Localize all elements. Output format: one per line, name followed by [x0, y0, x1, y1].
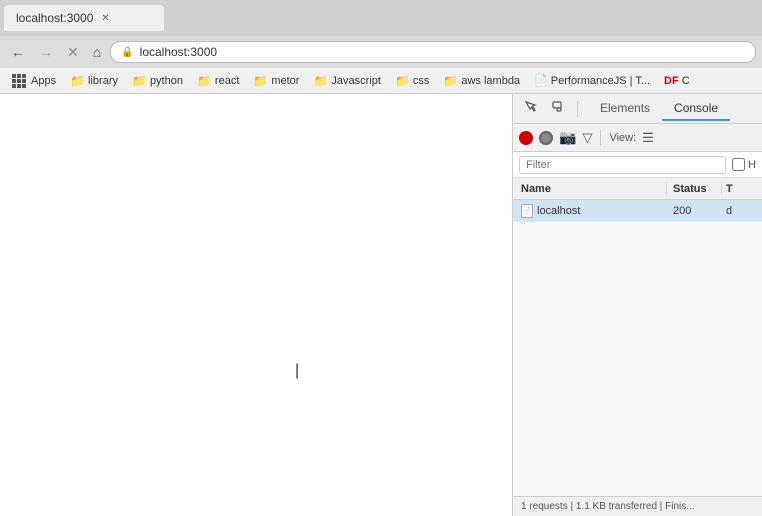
row-name: localhost	[537, 205, 580, 217]
bookmark-apps-label: Apps	[31, 75, 56, 87]
devtools-tabs: Elements Console	[588, 97, 730, 121]
network-toolbar: 📷 ▽ View: ☰	[513, 124, 762, 152]
view-mode-icon[interactable]: ☰	[642, 130, 654, 146]
cell-name: 📄 localhost	[513, 204, 667, 218]
tab-close-button[interactable]: ✕	[101, 13, 109, 24]
home-button[interactable]: ⌂	[88, 43, 106, 61]
close-button[interactable]: ✕	[62, 43, 84, 61]
filter-bar: H	[513, 152, 762, 178]
devtools-status-bar: 1 requests | 1.1 KB transferred | Finis.…	[513, 496, 762, 516]
back-button[interactable]: ←	[6, 43, 30, 61]
bookmark-javascript-label: Javascript	[331, 75, 381, 87]
folder-icon-3: 📁	[197, 74, 212, 88]
file-icon: 📄	[521, 204, 533, 218]
bookmark-aws-lambda[interactable]: 📁 aws lambda	[437, 72, 526, 90]
network-table-header: Name Status T	[513, 178, 762, 200]
bookmark-other[interactable]: DF C	[658, 73, 696, 89]
folder-icon-4: 📁	[253, 74, 268, 88]
table-row[interactable]: 📄 localhost 200 d	[513, 200, 762, 222]
filter-input[interactable]	[519, 156, 726, 174]
tab-bar: localhost:3000 ✕	[0, 0, 762, 36]
bookmark-react-label: react	[215, 75, 239, 87]
toolbar-separator	[577, 101, 578, 117]
bookmark-css[interactable]: 📁 css	[389, 72, 435, 90]
folder-icon-2: 📁	[132, 74, 147, 88]
col-header-type[interactable]: T	[722, 183, 762, 195]
tab-title: localhost:3000	[16, 11, 93, 25]
bookmark-apps[interactable]: Apps	[6, 72, 62, 90]
apps-grid-icon	[12, 74, 26, 88]
camera-icon[interactable]: 📷	[559, 129, 576, 146]
bookmark-javascript[interactable]: 📁 Javascript	[307, 72, 386, 90]
devtools-panel: Elements Console 📷 ▽ View: ☰ H Name Stat…	[512, 94, 762, 516]
address-bar[interactable]: 🔒 localhost:3000	[110, 41, 756, 63]
active-tab[interactable]: localhost:3000 ✕	[4, 5, 164, 31]
hide-text: H	[748, 159, 756, 171]
bookmark-metor[interactable]: 📁 metor	[247, 72, 305, 90]
main-area: | Elements Console	[0, 94, 762, 516]
bookmark-performancejs[interactable]: 📄 PerformanceJS | T...	[528, 72, 656, 89]
view-label: View:	[609, 132, 636, 144]
navigation-bar: ← → ✕ ⌂ 🔒 localhost:3000	[0, 36, 762, 68]
cell-status: 200	[667, 205, 722, 217]
bookmark-python[interactable]: 📁 python	[126, 72, 189, 90]
bookmark-other-label: C	[682, 75, 690, 87]
bookmark-react[interactable]: 📁 react	[191, 72, 245, 90]
devtools-inspect-button[interactable]	[519, 97, 543, 120]
bookmark-performancejs-label: PerformanceJS | T...	[551, 75, 650, 87]
folder-icon-5: 📁	[313, 74, 328, 88]
tab-console[interactable]: Console	[662, 97, 730, 121]
hide-checkbox[interactable]	[732, 158, 745, 171]
hide-label[interactable]: H	[732, 158, 756, 171]
tab-elements[interactable]: Elements	[588, 97, 662, 121]
filter-icon[interactable]: ▽	[582, 130, 592, 146]
bookmark-css-label: css	[413, 75, 430, 87]
col-header-name[interactable]: Name	[513, 183, 667, 195]
cell-type: d	[722, 205, 762, 217]
bookmark-python-label: python	[150, 75, 183, 87]
toolbar-sep-2	[600, 130, 601, 146]
record-button[interactable]	[519, 131, 533, 145]
col-header-status[interactable]: Status	[667, 183, 722, 195]
page-icon: 📄	[534, 74, 548, 87]
bookmark-metor-label: metor	[271, 75, 299, 87]
folder-icon: 📁	[70, 74, 85, 88]
lock-icon: 🔒	[121, 47, 133, 58]
text-cursor: |	[295, 362, 299, 380]
page-content: |	[0, 94, 512, 516]
folder-icon-7: 📁	[443, 74, 458, 88]
devtools-toolbar: Elements Console	[513, 94, 762, 124]
bookmark-library[interactable]: 📁 library	[64, 72, 124, 90]
bookmark-library-label: library	[88, 75, 118, 87]
bookmarks-bar: Apps 📁 library 📁 python 📁 react 📁 metor …	[0, 68, 762, 94]
address-text: localhost:3000	[140, 45, 217, 59]
devtools-responsive-button[interactable]	[547, 97, 571, 120]
bookmark-aws-label: aws lambda	[461, 75, 520, 87]
stop-button[interactable]	[539, 131, 553, 145]
forward-button[interactable]: →	[34, 43, 58, 61]
folder-icon-6: 📁	[395, 74, 410, 88]
other-icon: DF	[664, 75, 679, 87]
